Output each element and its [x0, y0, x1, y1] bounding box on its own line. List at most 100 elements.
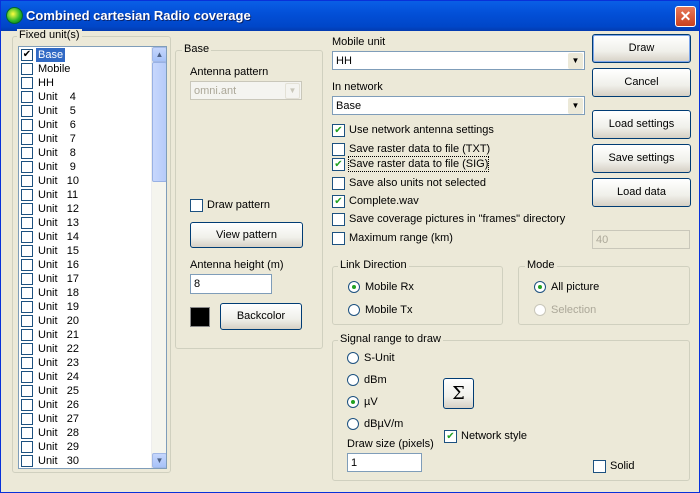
- list-item[interactable]: Unit 22: [21, 342, 151, 356]
- unit-checkbox[interactable]: [21, 329, 33, 341]
- antenna-pattern-select[interactable]: omni.ant ▼: [190, 81, 302, 100]
- unit-checkbox[interactable]: [21, 77, 33, 89]
- title-bar[interactable]: Combined cartesian Radio coverage ✕: [1, 1, 699, 31]
- unit-checkbox[interactable]: [21, 119, 33, 131]
- list-item[interactable]: Unit 4: [21, 90, 151, 104]
- unit-checkbox[interactable]: [21, 399, 33, 411]
- list-item[interactable]: Unit 17: [21, 272, 151, 286]
- unit-checkbox[interactable]: [21, 259, 33, 271]
- save-settings-button[interactable]: Save settings: [592, 144, 691, 173]
- all-picture-dot[interactable]: [534, 281, 546, 293]
- list-item[interactable]: Unit 16: [21, 258, 151, 272]
- list-item[interactable]: Unit 24: [21, 370, 151, 384]
- in-network-select[interactable]: Base ▼: [332, 96, 585, 115]
- unit-checkbox[interactable]: [21, 287, 33, 299]
- list-item[interactable]: Unit 20: [21, 314, 151, 328]
- list-item[interactable]: Unit 13: [21, 216, 151, 230]
- scroll-up-icon[interactable]: ▲: [152, 47, 166, 62]
- network-style-box[interactable]: ✔: [444, 430, 457, 443]
- unit-checkbox[interactable]: [21, 189, 33, 201]
- dbuvm-dot[interactable]: [347, 418, 359, 430]
- list-item[interactable]: Unit 11: [21, 188, 151, 202]
- unit-checkbox[interactable]: [21, 231, 33, 243]
- chevron-down-icon[interactable]: ▼: [568, 98, 583, 114]
- sigma-button[interactable]: Σ: [443, 378, 474, 409]
- save-raster-sig-box[interactable]: ✔: [332, 158, 345, 171]
- unit-checkbox[interactable]: [21, 245, 33, 257]
- list-item[interactable]: Unit 25: [21, 384, 151, 398]
- fixed-units-list[interactable]: ✔ Base Mobile HH Unit 4 Unit 5 Unit 6 Unit 7 Uni…: [18, 46, 167, 469]
- unit-checkbox[interactable]: [21, 455, 33, 467]
- list-item[interactable]: Unit 14: [21, 230, 151, 244]
- save-raster-txt-box[interactable]: [332, 143, 345, 156]
- load-data-button[interactable]: Load data: [592, 178, 691, 207]
- list-item[interactable]: Unit 27: [21, 412, 151, 426]
- unit-checkbox[interactable]: [21, 385, 33, 397]
- save-coverage-frames-box[interactable]: [332, 213, 345, 226]
- unit-checkbox[interactable]: [21, 91, 33, 103]
- scroll-down-icon[interactable]: ▼: [152, 453, 166, 468]
- solid-box[interactable]: [593, 460, 606, 473]
- antenna-height-input[interactable]: 8: [190, 274, 272, 294]
- list-item[interactable]: Unit 30: [21, 454, 151, 468]
- list-item[interactable]: Mobile: [21, 62, 151, 76]
- list-item[interactable]: Unit 7: [21, 132, 151, 146]
- unit-checkbox[interactable]: [21, 413, 33, 425]
- s-unit-dot[interactable]: [347, 352, 359, 364]
- cancel-button[interactable]: Cancel: [592, 68, 691, 97]
- list-item[interactable]: Unit 19: [21, 300, 151, 314]
- complete-wav-box[interactable]: ✔: [332, 195, 345, 208]
- draw-button[interactable]: Draw: [592, 34, 691, 63]
- chevron-down-icon[interactable]: ▼: [285, 83, 300, 99]
- list-item[interactable]: ✔ Base: [21, 48, 151, 62]
- unit-checkbox[interactable]: [21, 147, 33, 159]
- mobile-unit-select[interactable]: HH ▼: [332, 51, 585, 70]
- uv-dot[interactable]: [347, 396, 359, 408]
- backcolor-button[interactable]: Backcolor: [220, 303, 302, 330]
- unit-checkbox[interactable]: [21, 63, 33, 75]
- list-item[interactable]: Unit 29: [21, 440, 151, 454]
- list-item[interactable]: HH: [21, 76, 151, 90]
- unit-checkbox[interactable]: [21, 273, 33, 285]
- unit-checkbox[interactable]: [21, 371, 33, 383]
- chevron-down-icon[interactable]: ▼: [568, 53, 583, 69]
- scroll-thumb[interactable]: [152, 62, 166, 182]
- list-item[interactable]: Unit 23: [21, 356, 151, 370]
- load-settings-button[interactable]: Load settings: [592, 110, 691, 139]
- unit-checkbox[interactable]: [21, 315, 33, 327]
- list-item[interactable]: Unit 28: [21, 426, 151, 440]
- unit-checkbox[interactable]: [21, 133, 33, 145]
- list-item[interactable]: Unit 9: [21, 160, 151, 174]
- list-item[interactable]: Unit 12: [21, 202, 151, 216]
- list-item[interactable]: Unit 8: [21, 146, 151, 160]
- list-item[interactable]: Unit 21: [21, 328, 151, 342]
- unit-checkbox[interactable]: [21, 175, 33, 187]
- list-item[interactable]: Unit 18: [21, 286, 151, 300]
- draw-pattern-box[interactable]: [190, 199, 203, 212]
- unit-checkbox[interactable]: [21, 161, 33, 173]
- selection-dot[interactable]: [534, 304, 546, 316]
- close-button[interactable]: ✕: [675, 6, 696, 27]
- list-item[interactable]: Unit 5: [21, 104, 151, 118]
- maximum-range-box[interactable]: [332, 232, 345, 245]
- unit-checkbox[interactable]: [21, 343, 33, 355]
- use-network-antenna-box[interactable]: ✔: [332, 124, 345, 137]
- list-item[interactable]: Unit 10: [21, 174, 151, 188]
- dbm-dot[interactable]: [347, 374, 359, 386]
- draw-size-input[interactable]: 1: [347, 453, 422, 472]
- fixed-units-scrollbar[interactable]: ▲ ▼: [151, 47, 166, 468]
- unit-checkbox[interactable]: [21, 427, 33, 439]
- maximum-range-input[interactable]: 40: [592, 230, 690, 249]
- list-item[interactable]: Unit 6: [21, 118, 151, 132]
- unit-checkbox[interactable]: [21, 217, 33, 229]
- unit-checkbox[interactable]: [21, 203, 33, 215]
- save-units-not-selected-box[interactable]: [332, 177, 345, 190]
- view-pattern-button[interactable]: View pattern: [190, 222, 303, 248]
- list-item[interactable]: Unit 26: [21, 398, 151, 412]
- mobile-rx-dot[interactable]: [348, 281, 360, 293]
- list-item[interactable]: Unit 15: [21, 244, 151, 258]
- unit-checkbox[interactable]: [21, 105, 33, 117]
- unit-checkbox[interactable]: ✔: [21, 49, 33, 61]
- unit-checkbox[interactable]: [21, 441, 33, 453]
- mobile-tx-dot[interactable]: [348, 304, 360, 316]
